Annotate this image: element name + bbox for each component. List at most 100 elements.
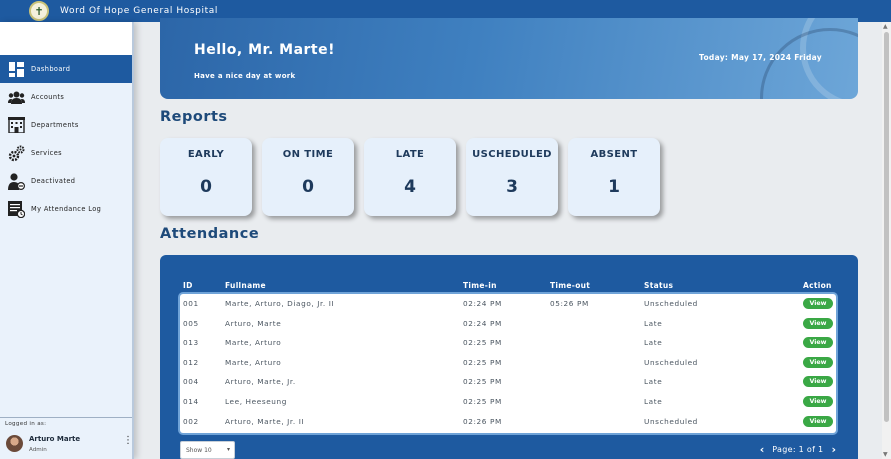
view-button[interactable]: View [803, 396, 833, 407]
user-deactivated-icon [8, 172, 25, 190]
cell-time-out: 05:26 PM [550, 299, 589, 308]
view-button[interactable]: View [803, 298, 833, 309]
hospital-name: Word Of Hope General Hospital [60, 6, 218, 16]
gears-icon [8, 145, 25, 162]
table-row: 014 Lee, Heeseung 02:25 PM Late View [180, 392, 836, 412]
today-date: Today: May 17, 2024 Friday [699, 53, 822, 62]
cell-id: 004 [183, 377, 199, 387]
cell-id: 014 [183, 397, 199, 406]
cell-fullname: Lee, Heeseung [225, 397, 287, 406]
view-button[interactable]: View [803, 337, 833, 349]
table-row: 005 Arturo, Marte 02:24 PM Late View [180, 314, 836, 334]
cell-status: Late [644, 318, 663, 328]
cell-status: Late [644, 338, 663, 348]
table-row: 013 Marte, Arturo 02:25 PM Late View [180, 333, 836, 353]
page-scrollbar[interactable]: ▲ ▼ [882, 22, 891, 459]
report-card-early[interactable]: EARLY 0 [160, 138, 252, 216]
cell-fullname: Arturo, Marte, Jr. II [225, 416, 305, 426]
cell-fullname: Arturo, Marte, Jr. [225, 377, 296, 387]
attendance-table-panel: ID Fullname Time-in Time-out Status Acti… [160, 255, 858, 459]
sidebar-item-departments[interactable]: Departments [0, 111, 132, 139]
sidebar-item-accounts[interactable]: Accounts [0, 83, 132, 111]
cell-fullname: Marte, Arturo, Diago, Jr. II [225, 299, 335, 308]
cell-time-in: 02:25 PM [463, 338, 502, 348]
sidebar-item-deactivated[interactable]: Deactivated [0, 167, 132, 195]
view-button[interactable]: View [803, 356, 833, 368]
view-button[interactable]: View [803, 415, 833, 427]
logged-in-panel: Logged in as: Arturo Marte Admin ⋮ [0, 417, 133, 459]
cell-id: 002 [183, 416, 199, 426]
sidebar-item-label: Accounts [31, 93, 65, 101]
hospital-logo: ✝ [29, 1, 49, 21]
sidebar-item-label: Deactivated [31, 177, 76, 185]
cell-id: 001 [183, 299, 199, 308]
rows-per-page-value: Show 10 [186, 447, 212, 454]
column-header-status: Status [644, 281, 674, 290]
dashboard-grid-icon [8, 61, 25, 78]
greeting-subtitle: Have a nice day at work [194, 72, 296, 80]
report-card-value: 4 [404, 177, 416, 197]
cell-time-in: 02:24 PM [463, 318, 502, 328]
cell-id: 013 [183, 338, 199, 348]
sidebar-item-label: My Attendance Log [31, 205, 102, 213]
cell-fullname: Marte, Arturo [225, 338, 282, 348]
rows-per-page-select[interactable]: Show 10 ▾ [180, 441, 235, 459]
report-card-value: 0 [200, 177, 212, 197]
reports-title: Reports [160, 109, 228, 125]
table-row: 012 Marte, Arturo 02:25 PM Unscheduled V… [180, 353, 836, 373]
sidebar-item-services[interactable]: Services [0, 139, 132, 167]
logged-in-label: Logged in as: [5, 421, 47, 427]
cell-time-in: 02:25 PM [463, 377, 502, 387]
report-card-value: 1 [608, 177, 620, 197]
column-header-time-in: Time-in [463, 281, 497, 290]
report-card-absent[interactable]: ABSENT 1 [568, 138, 660, 216]
sidebar-item-label: Dashboard [31, 65, 71, 73]
stethoscope-decoration [760, 28, 858, 99]
report-card-on-time[interactable]: ON TIME 0 [262, 138, 354, 216]
cell-status: Late [644, 377, 663, 387]
pagination: ‹ Page: 1 of 1 › [760, 443, 836, 456]
scroll-down-icon[interactable]: ▼ [883, 451, 888, 458]
page-indicator: Page: 1 of 1 [772, 445, 824, 454]
cell-time-in: 02:25 PM [463, 397, 502, 406]
greeting: Hello, Mr. Marte! [194, 42, 336, 58]
sidebar-item-label: Services [31, 149, 63, 157]
report-card-late[interactable]: LATE 4 [364, 138, 456, 216]
welcome-banner: Hello, Mr. Marte! Have a nice day at wor… [160, 18, 858, 99]
sidebar-item-label: Departments [31, 121, 79, 129]
sidebar-item-attendance-log[interactable]: My Attendance Log [0, 195, 132, 223]
sidebar-item-dashboard[interactable]: Dashboard [0, 55, 132, 83]
attendance-table-body: 001 Marte, Arturo, Diago, Jr. II 02:24 P… [180, 294, 836, 433]
kebab-menu-icon[interactable]: ⋮ [123, 436, 133, 446]
sidebar: Dashboard Accounts Departments Services … [0, 22, 134, 459]
caret-down-icon: ▾ [226, 446, 230, 453]
sidebar-header [0, 22, 132, 55]
building-icon [8, 117, 25, 134]
chevron-left-icon[interactable]: ‹ [760, 443, 765, 456]
view-button[interactable]: View [803, 317, 833, 329]
column-header-id: ID [183, 281, 193, 290]
cell-time-in: 02:24 PM [463, 299, 502, 308]
attendance-log-icon [8, 200, 25, 218]
report-card-value: 3 [506, 177, 518, 197]
cell-id: 005 [183, 318, 199, 328]
report-card-unscheduled[interactable]: USCHEDULED 3 [466, 138, 558, 216]
cell-status: Late [644, 397, 663, 406]
user-role: Admin [29, 447, 47, 453]
attendance-title: Attendance [160, 226, 260, 242]
avatar [6, 435, 23, 452]
report-card-label: EARLY [187, 149, 225, 160]
report-card-label: ON TIME [282, 149, 334, 160]
cell-time-in: 02:26 PM [463, 416, 502, 426]
users-group-icon [8, 89, 25, 106]
chevron-right-icon[interactable]: › [831, 443, 836, 456]
scroll-up-icon[interactable]: ▲ [883, 23, 888, 30]
scrollbar-thumb[interactable] [884, 32, 889, 422]
cell-status: Unscheduled [644, 357, 698, 367]
view-button[interactable]: View [803, 376, 833, 388]
table-row: 001 Marte, Arturo, Diago, Jr. II 02:24 P… [180, 294, 836, 314]
table-row: 004 Arturo, Marte, Jr. 02:25 PM Late Vie… [180, 372, 836, 392]
column-header-fullname: Fullname [225, 281, 266, 290]
column-header-action: Action [803, 281, 832, 290]
cell-fullname: Arturo, Marte [225, 318, 282, 328]
